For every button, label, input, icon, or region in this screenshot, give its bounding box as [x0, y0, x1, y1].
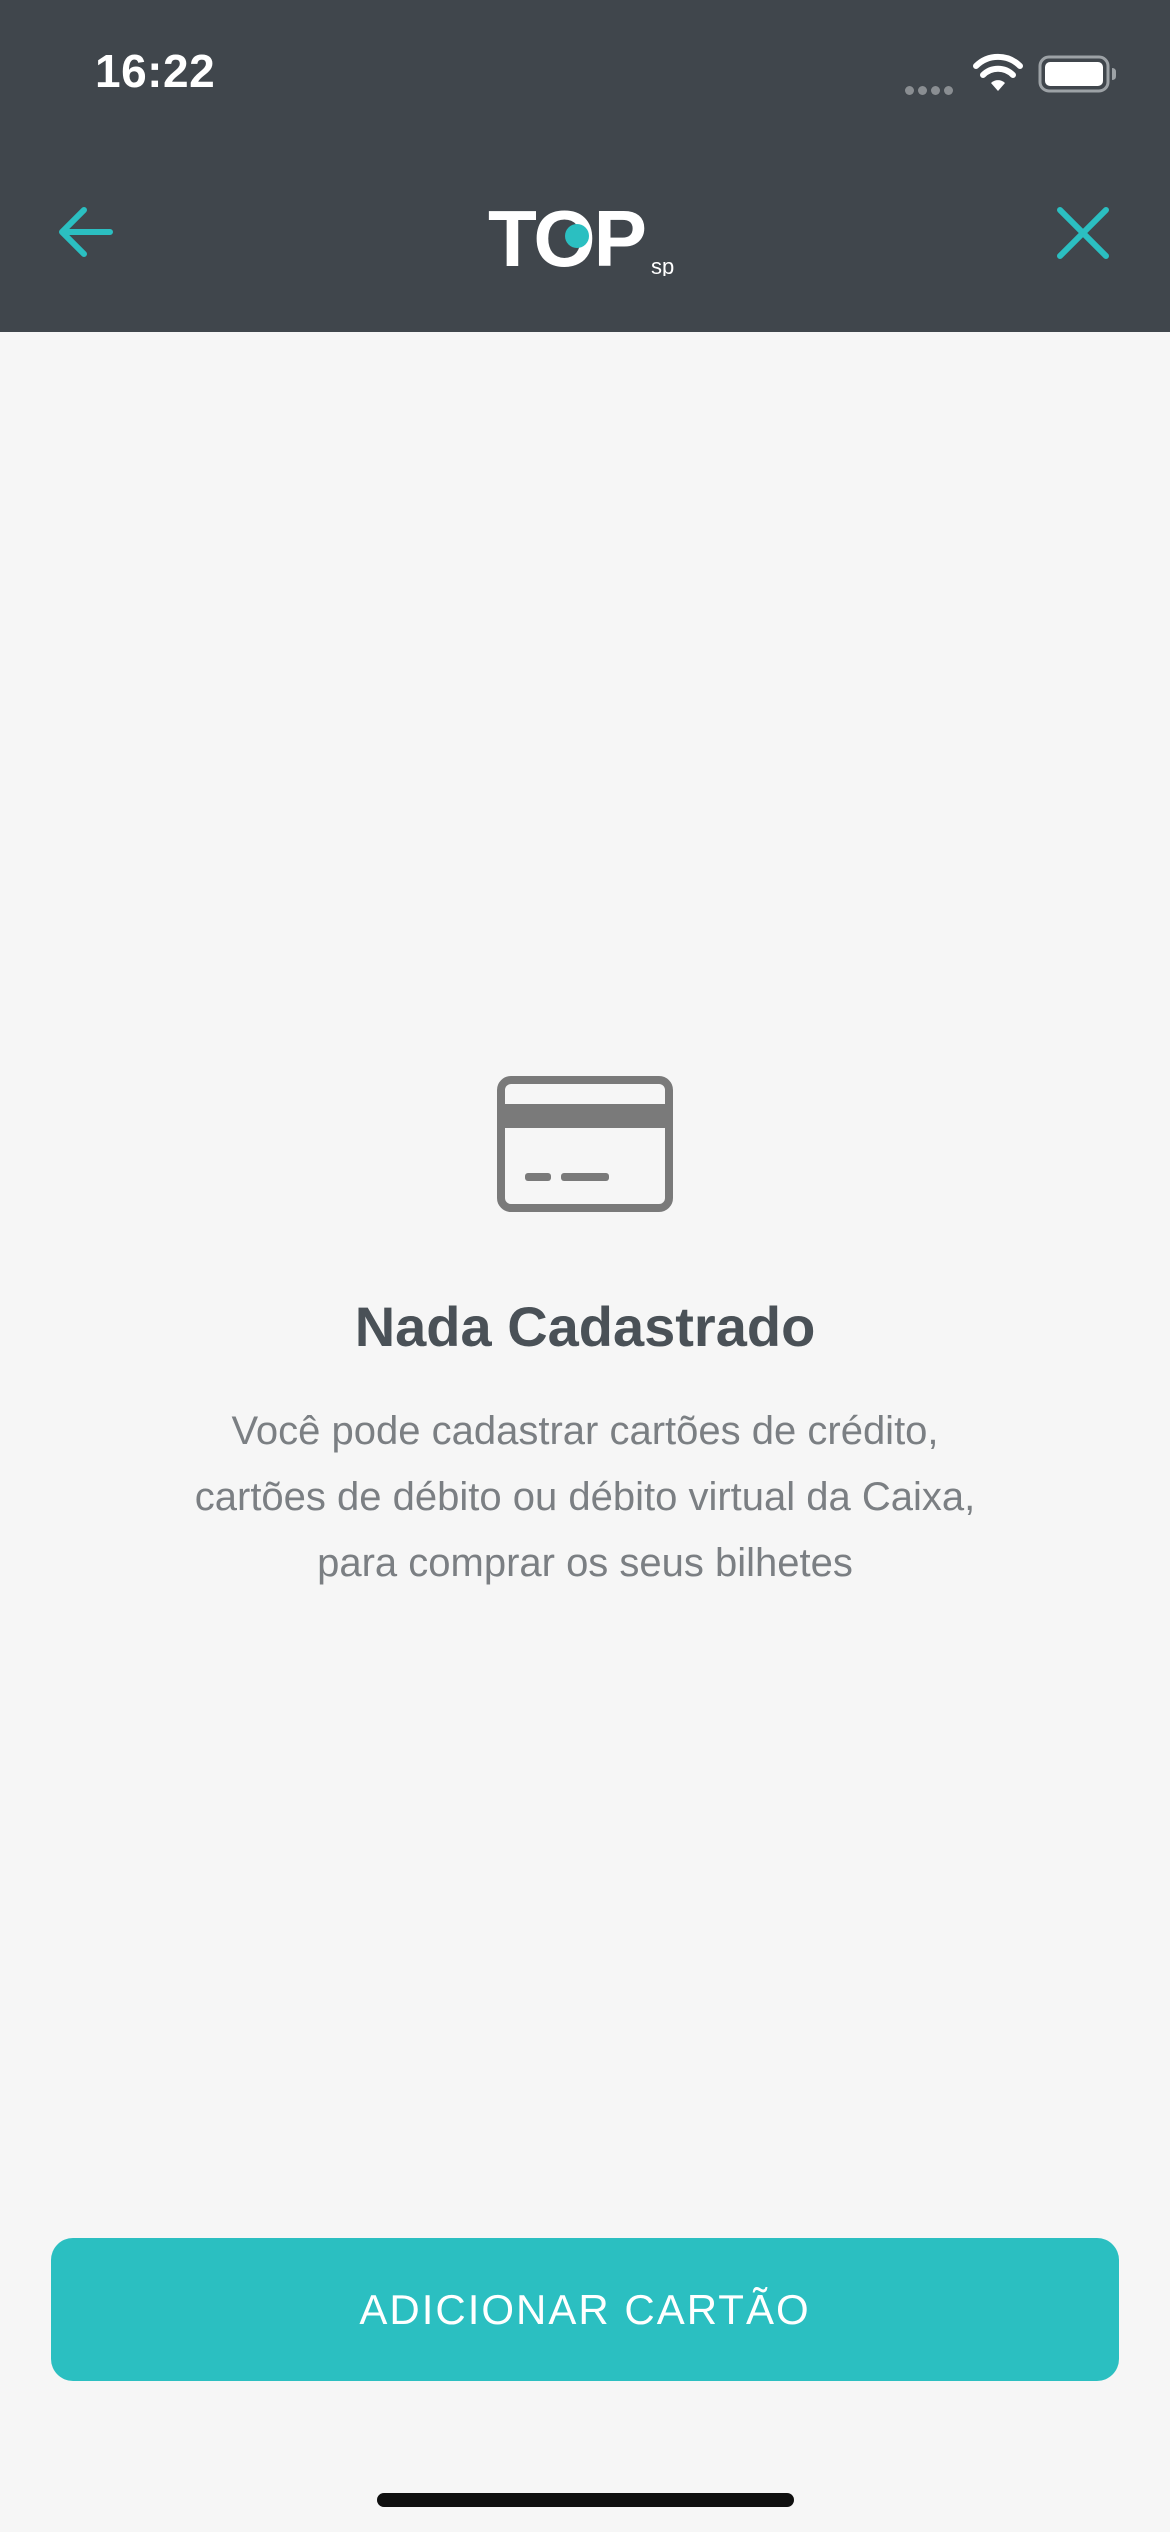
empty-title: Nada Cadastrado — [354, 1295, 816, 1358]
home-indicator[interactable] — [377, 2493, 794, 2507]
description-line: cartões de débito ou débito virtual da C… — [194, 1474, 976, 1519]
arrow-left-icon — [59, 207, 113, 257]
credit-card-icon — [497, 1076, 673, 1212]
empty-description: Você pode cadastrar cartões de crédito, … — [105, 1398, 1065, 1596]
description-line: para comprar os seus bilhetes — [317, 1540, 853, 1585]
app-header: 16:22 TOP sp — [0, 0, 1170, 332]
cellular-signal-icon — [905, 82, 957, 100]
close-icon — [1057, 207, 1109, 259]
empty-state: Nada Cadastrado Você pode cadastrar cart… — [0, 1076, 1170, 1596]
back-button[interactable] — [50, 196, 122, 268]
close-button[interactable] — [1050, 200, 1116, 266]
description-line: Você pode cadastrar cartões de crédito, — [231, 1408, 939, 1453]
status-time: 16:22 — [95, 45, 216, 97]
add-card-button[interactable]: ADICIONAR CARTÃO — [51, 2238, 1119, 2381]
wifi-icon — [973, 53, 1023, 91]
topsp-logo: TOP sp — [488, 196, 674, 276]
logo-subtext: sp — [651, 254, 674, 276]
logo-dot — [565, 224, 589, 248]
battery-icon — [1038, 55, 1116, 93]
